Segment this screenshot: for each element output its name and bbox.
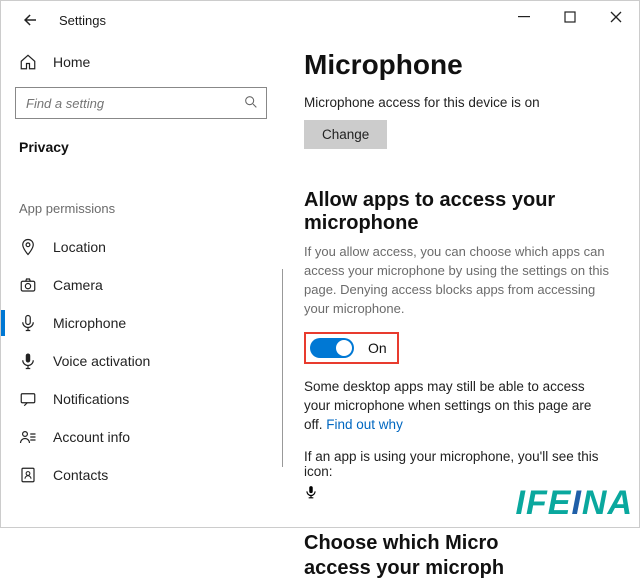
microphone-icon [19,314,37,332]
allow-description: If you allow access, you can choose whic… [304,243,609,318]
search-icon [243,94,259,110]
choose-apps-heading: Choose which Micro access your microph [304,531,609,581]
page-title: Microphone [304,49,609,81]
sidebar-item-label: Location [53,239,106,255]
sidebar-item-contacts[interactable]: Contacts [1,456,281,494]
sidebar-item-label: Contacts [53,467,108,483]
titlebar: Settings [1,1,639,39]
group-label: App permissions [1,171,281,228]
microphone-usage-icon [304,483,609,501]
voice-activation-icon [19,352,37,370]
change-button[interactable]: Change [304,120,387,149]
scroll-indicator[interactable] [282,269,283,467]
content-area: Microphone Microphone access for this de… [281,39,639,527]
window-title: Settings [59,13,106,28]
highlight-box: On [304,332,399,364]
toggle-state-label: On [368,340,387,356]
minimize-button[interactable] [501,1,547,33]
desktop-apps-note: Some desktop apps may still be able to a… [304,378,609,435]
sidebar-item-notifications[interactable]: Notifications [1,380,281,418]
usage-note: If an app is using your microphone, you'… [304,449,609,479]
access-status: Microphone access for this device is on [304,95,609,110]
search-input[interactable] [15,87,267,119]
sidebar-item-account-info[interactable]: Account info [1,418,281,456]
maximize-icon [564,11,576,23]
sidebar-item-label: Voice activation [53,353,150,369]
sidebar-item-microphone[interactable]: Microphone [1,304,281,342]
home-nav[interactable]: Home [1,45,281,79]
sidebar-item-location[interactable]: Location [1,228,281,266]
sidebar-item-camera[interactable]: Camera [1,266,281,304]
mic-access-toggle[interactable] [310,338,354,358]
notifications-icon [19,390,37,408]
location-icon [19,238,37,256]
camera-icon [19,276,37,294]
account-info-icon [19,428,37,446]
sidebar: Home Privacy App permissions Location Ca… [1,39,281,527]
home-icon [19,53,37,71]
sidebar-item-label: Camera [53,277,103,293]
window-controls [501,1,639,33]
contacts-icon [19,466,37,484]
maximize-button[interactable] [547,1,593,33]
arrow-left-icon [21,11,39,29]
minimize-icon [518,11,530,23]
toggle-knob [336,340,352,356]
sidebar-item-label: Account info [53,429,130,445]
sidebar-item-voice-activation[interactable]: Voice activation [1,342,281,380]
close-icon [610,11,622,23]
sidebar-item-label: Microphone [53,315,126,331]
find-out-why-link[interactable]: Find out why [326,417,403,432]
home-label: Home [53,54,90,70]
category-label: Privacy [1,129,281,171]
back-button[interactable] [19,9,41,31]
sidebar-item-label: Notifications [53,391,129,407]
close-button[interactable] [593,1,639,33]
allow-heading: Allow apps to access your microphone [304,189,609,235]
